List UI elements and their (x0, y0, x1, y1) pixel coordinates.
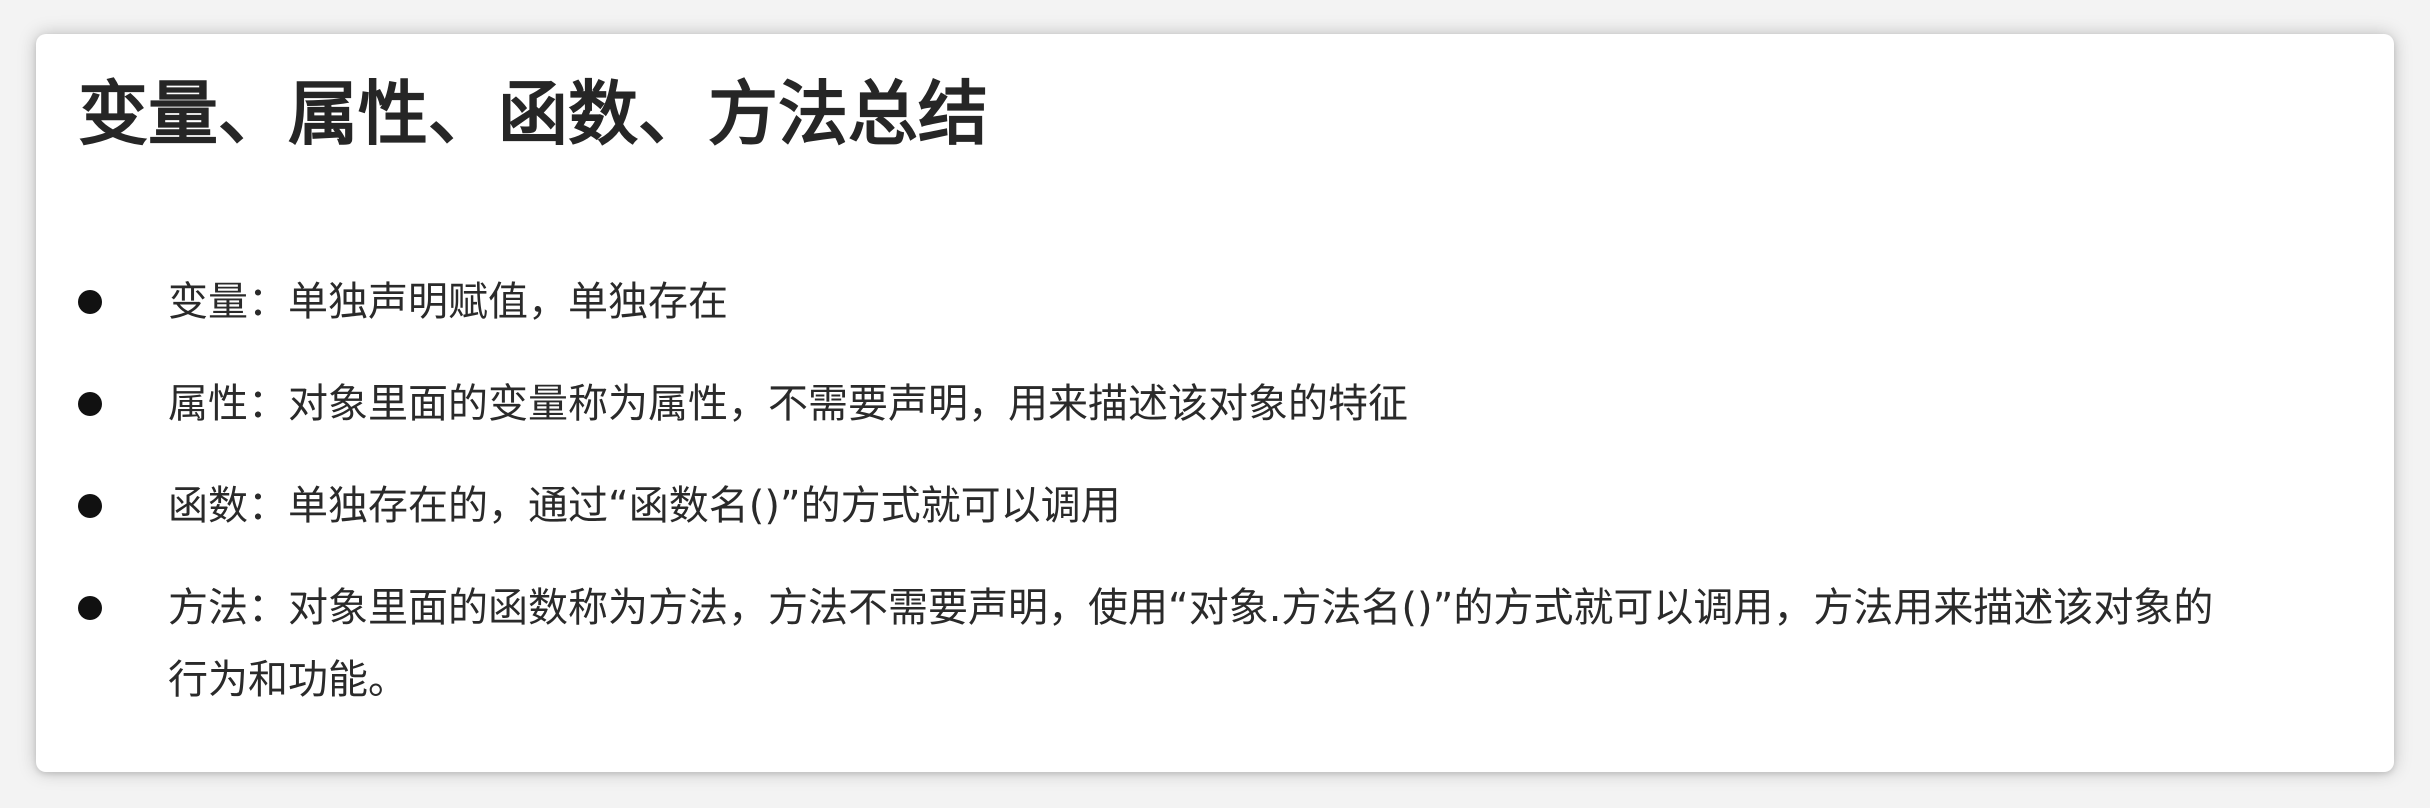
bullet-icon (78, 290, 102, 314)
list-item-function: 函数：单独存在的，通过“函数名()”的方式就可以调用 (78, 470, 2228, 542)
summary-list: 变量：单独声明赋值，单独存在 属性：对象里面的变量称为属性，不需要声明，用来描述… (78, 266, 2228, 746)
list-item-text: 方法：对象里面的函数称为方法，方法不需要声明，使用“对象.方法名()”的方式就可… (168, 585, 2214, 703)
list-item-text: 变量：单独声明赋值，单独存在 (168, 279, 728, 325)
list-item-text: 属性：对象里面的变量称为属性，不需要声明，用来描述该对象的特征 (168, 381, 1408, 427)
list-item-variable: 变量：单独声明赋值，单独存在 (78, 266, 2228, 338)
list-item-text: 函数：单独存在的，通过“函数名()”的方式就可以调用 (168, 483, 1121, 529)
summary-card: 变量、属性、函数、方法总结 变量：单独声明赋值，单独存在 属性：对象里面的变量称… (36, 34, 2394, 772)
list-item-method: 方法：对象里面的函数称为方法，方法不需要声明，使用“对象.方法名()”的方式就可… (78, 572, 2228, 716)
list-item-property: 属性：对象里面的变量称为属性，不需要声明，用来描述该对象的特征 (78, 368, 2228, 440)
bullet-icon (78, 596, 102, 620)
bullet-icon (78, 392, 102, 416)
page-title: 变量、属性、函数、方法总结 (78, 73, 988, 155)
bullet-icon (78, 494, 102, 518)
